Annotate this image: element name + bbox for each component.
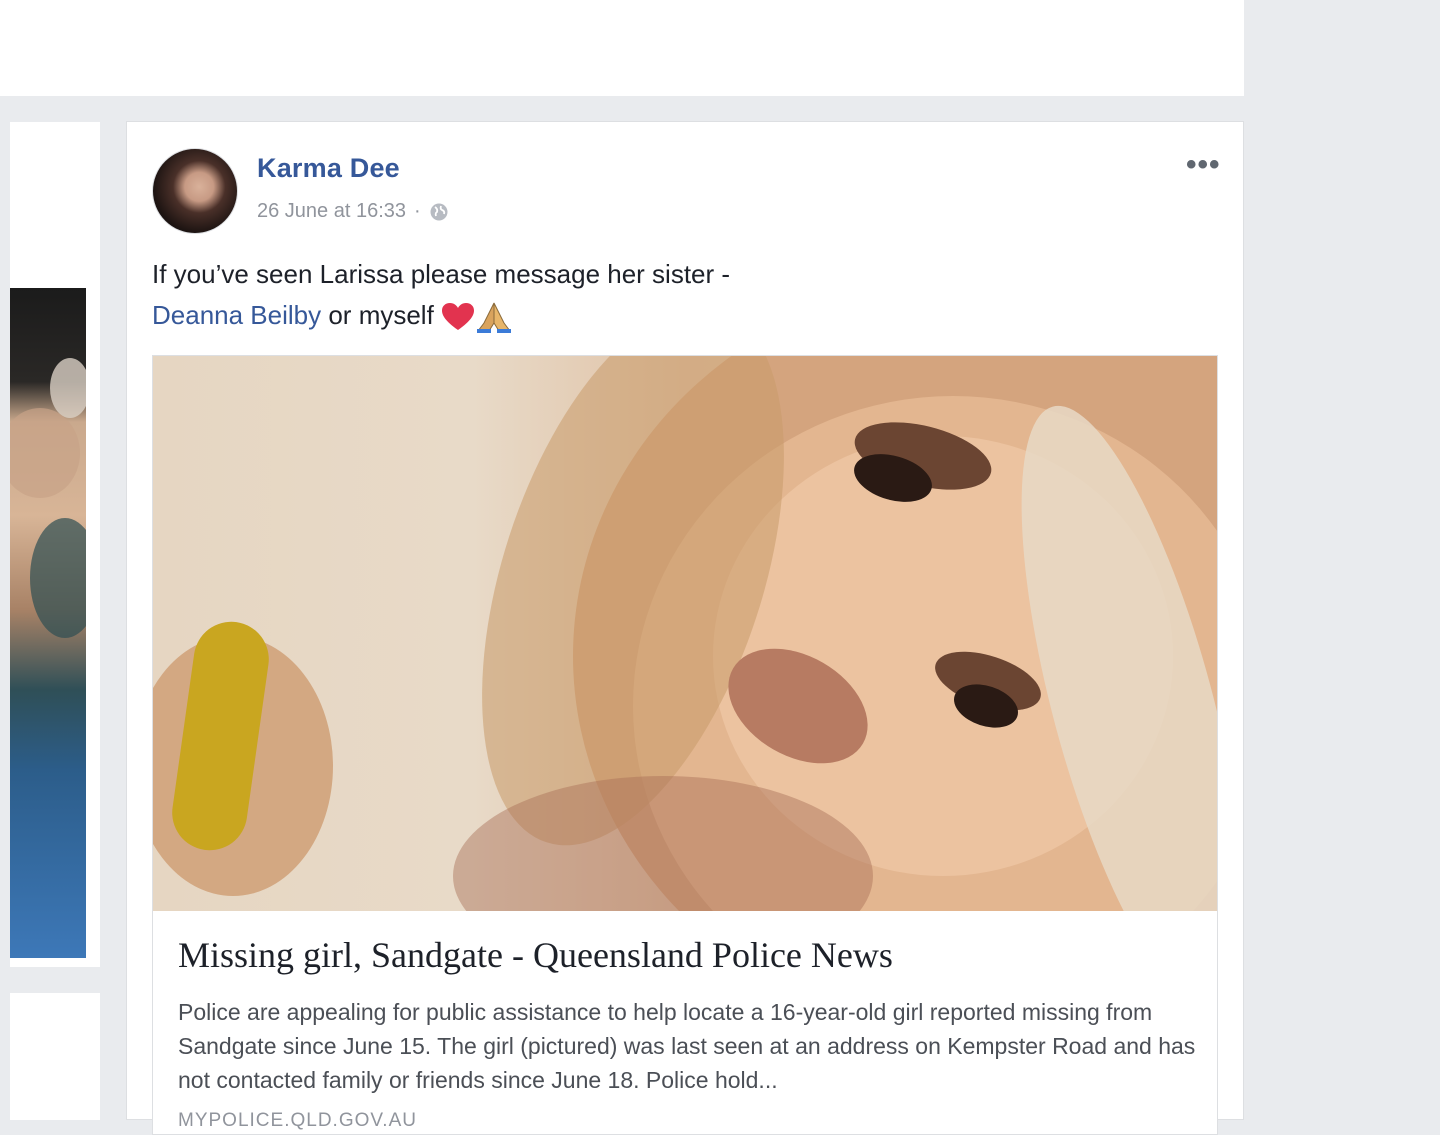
- top-bar-area: [0, 0, 1244, 96]
- previous-post-card-footer: [10, 993, 100, 1120]
- link-preview-card[interactable]: Missing girl, Sandgate - Queensland Poli…: [152, 355, 1218, 1135]
- link-domain: MYPOLICE.QLD.GOV.AU: [178, 1110, 417, 1131]
- globe-icon[interactable]: [429, 202, 449, 222]
- previous-post-photo[interactable]: [10, 288, 86, 958]
- post-text: If you’ve seen Larissa please message he…: [152, 254, 1202, 336]
- link-preview-body[interactable]: Missing girl, Sandgate - Queensland Poli…: [153, 912, 1217, 1134]
- link-title[interactable]: Missing girl, Sandgate - Queensland Poli…: [178, 934, 893, 976]
- right-sidebar: [1244, 44, 1440, 1120]
- link-preview-image[interactable]: [153, 356, 1217, 911]
- mention-link[interactable]: Deanna Beilby: [152, 300, 321, 330]
- post-text-line1: If you’ve seen Larissa please message he…: [152, 259, 731, 289]
- post-text-line2: Deanna Beilby or myself: [152, 295, 1202, 336]
- author-avatar[interactable]: [152, 148, 238, 234]
- folded-hands-icon: [477, 302, 512, 334]
- author-name[interactable]: Karma Dee: [257, 153, 400, 184]
- link-description: Police are appealing for public assistan…: [178, 999, 1196, 1093]
- red-heart-icon: [442, 303, 475, 331]
- post-meta: 26 June at 16:33 ·: [257, 200, 449, 223]
- post-text-line2-rest: or myself: [321, 300, 442, 330]
- post-timestamp[interactable]: 26 June at 16:33: [257, 200, 406, 223]
- more-options-icon[interactable]: •••: [1186, 150, 1221, 180]
- meta-separator: ·: [414, 200, 421, 222]
